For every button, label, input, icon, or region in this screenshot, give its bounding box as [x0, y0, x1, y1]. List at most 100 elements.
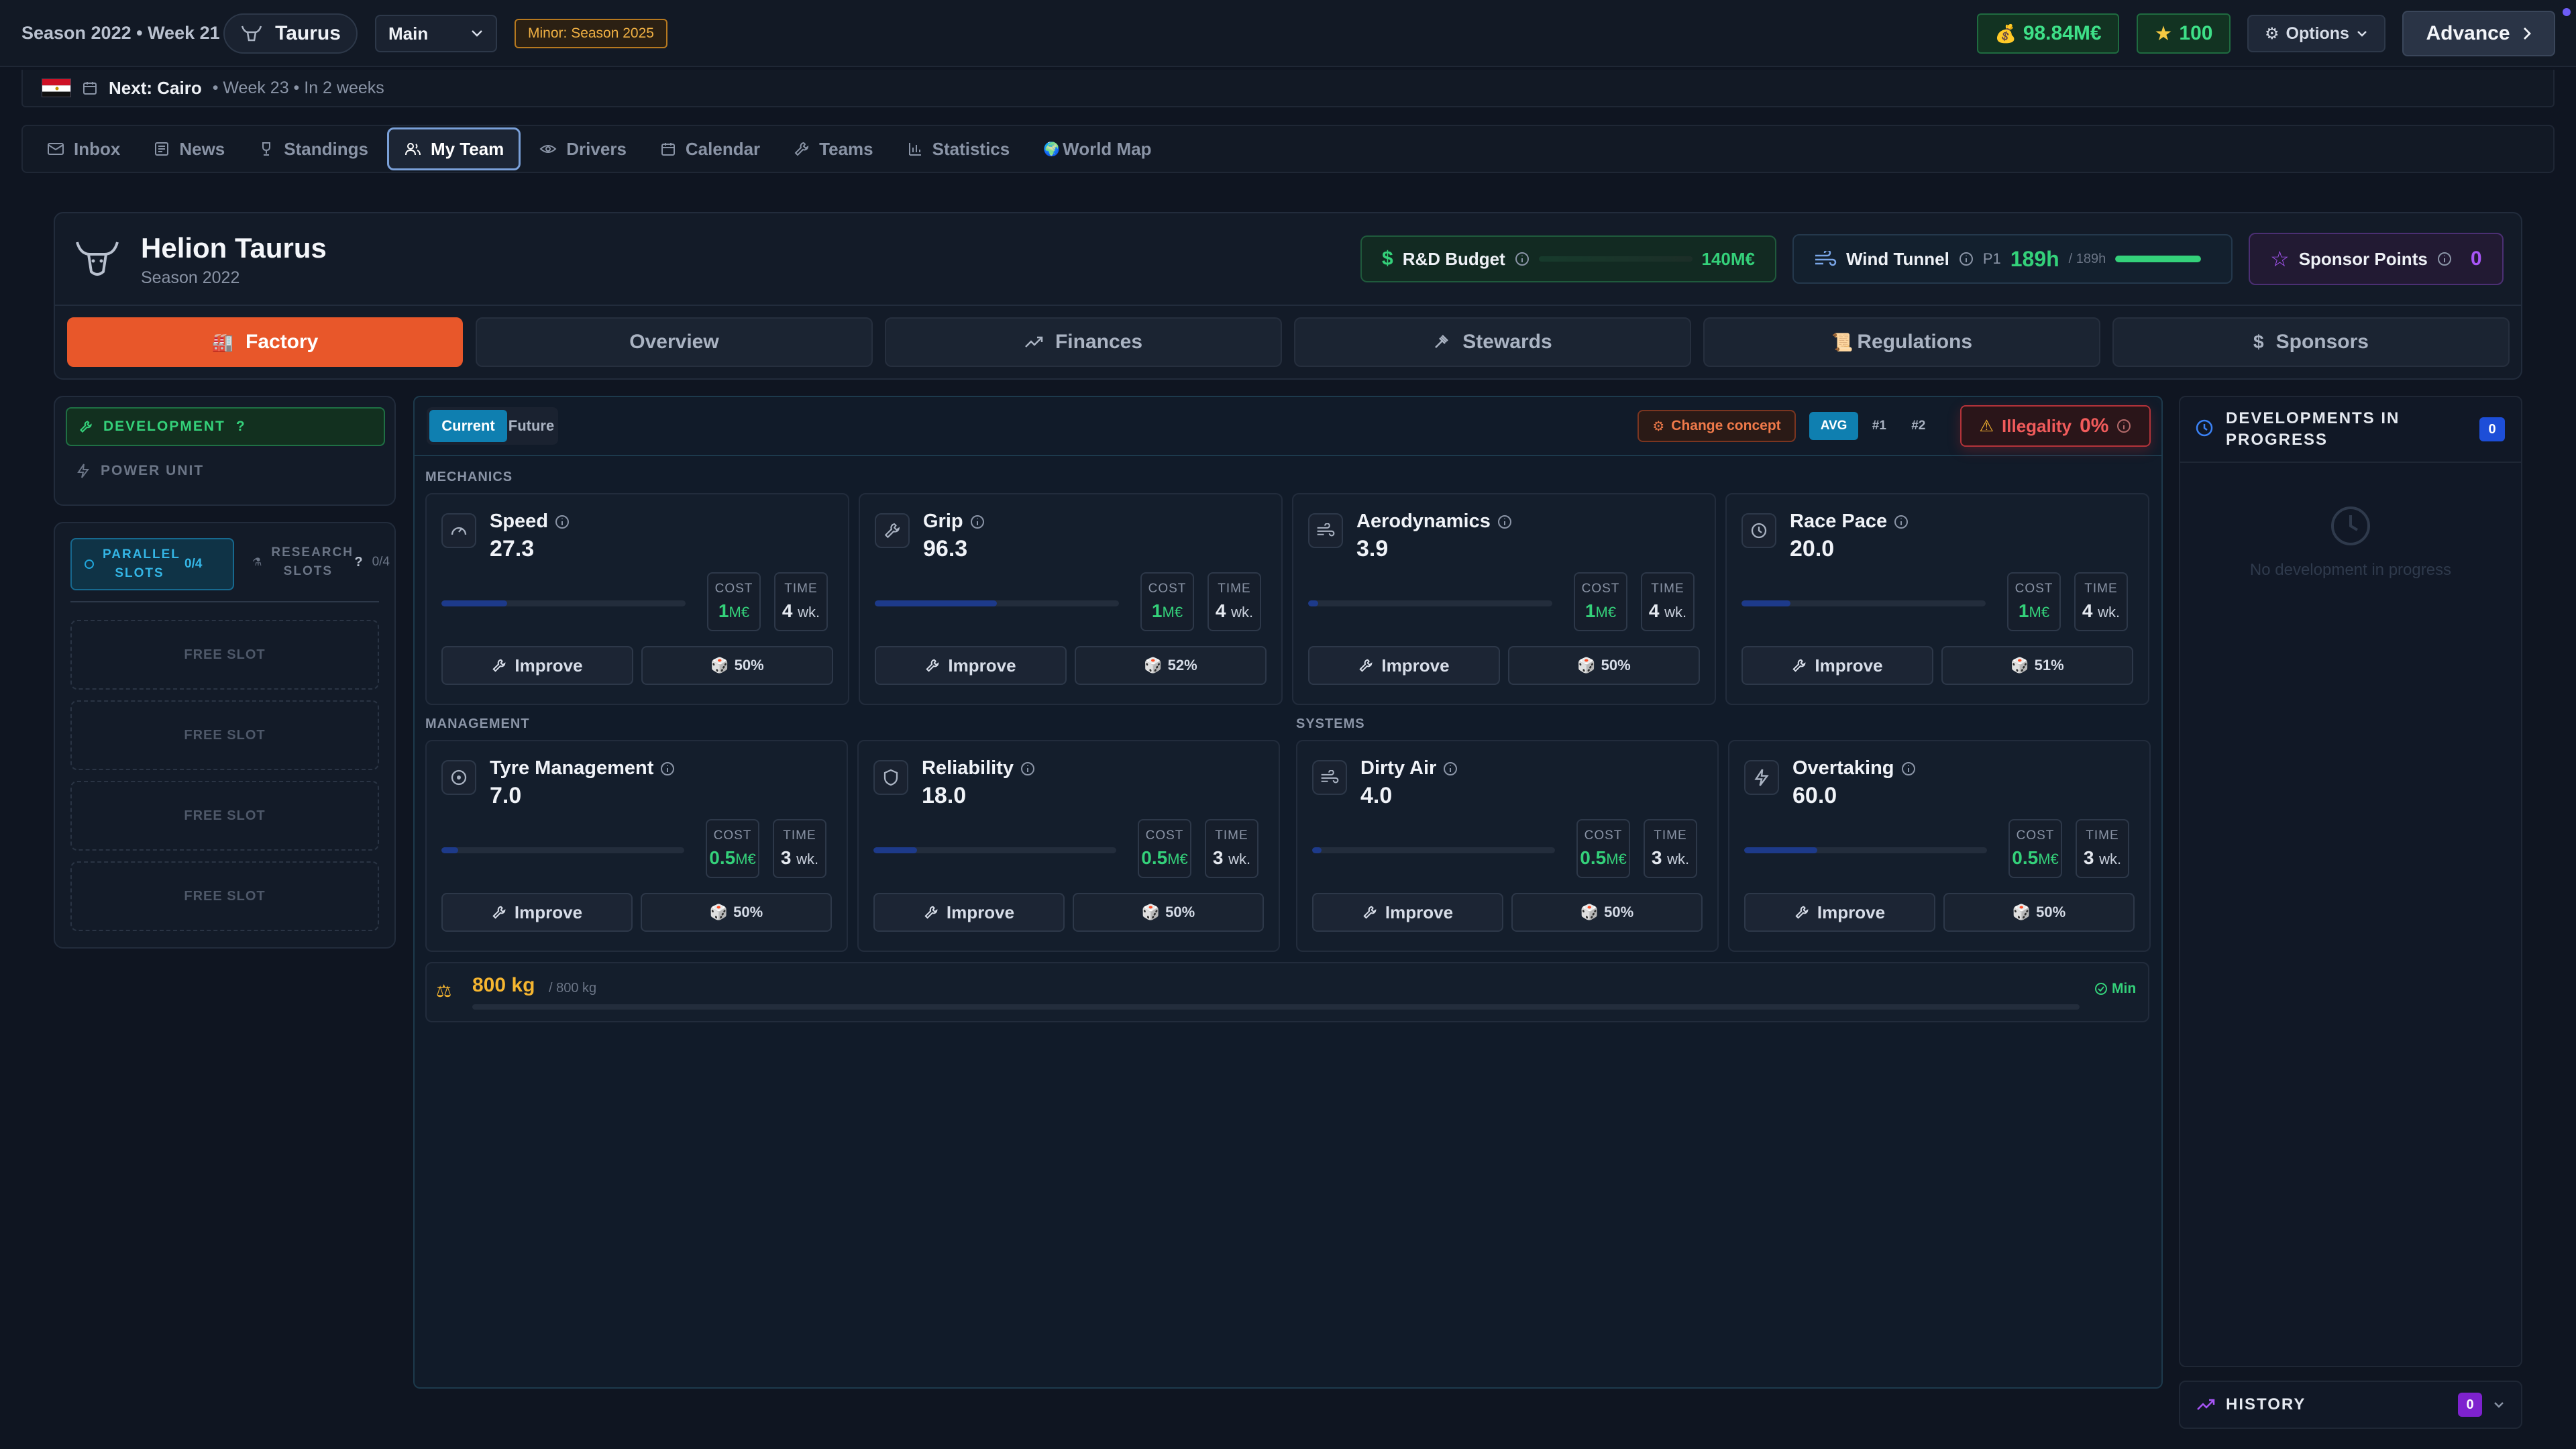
part-name: Overtaking [1792, 757, 1894, 779]
part-progress-bar [441, 847, 684, 853]
info-icon[interactable] [1515, 252, 1529, 266]
free-slot[interactable]: FREE SLOT [70, 781, 379, 851]
success-chance-value: 50% [2036, 904, 2066, 920]
info-icon[interactable] [1020, 761, 1035, 776]
tab-teams[interactable]: Teams [779, 127, 888, 170]
tab-inbox[interactable]: Inbox [32, 127, 135, 170]
success-chance-button[interactable]: 🎲 51% [1941, 646, 2133, 685]
tab-world-map[interactable]: 🌍 World Map [1028, 127, 1166, 170]
wrench-icon [79, 420, 93, 433]
success-chance-button[interactable]: 🎲 50% [641, 893, 832, 932]
cost-value: 1 [2018, 600, 2029, 621]
info-icon[interactable] [1959, 252, 1974, 266]
compare-avg[interactable]: AVG [1809, 412, 1859, 440]
advance-button[interactable]: Advance [2402, 11, 2555, 56]
team-chip[interactable]: Taurus [223, 13, 358, 54]
help-icon[interactable]: ? [236, 419, 245, 435]
weight-bar [472, 1004, 2080, 1010]
success-chance-value: 50% [1165, 904, 1195, 920]
success-chance-button[interactable]: 🎲 52% [1075, 646, 1267, 685]
time-unit: wk. [1667, 851, 1690, 867]
target-icon [449, 768, 468, 787]
help-icon[interactable]: ? [354, 555, 362, 570]
money-bag-icon: 💰 [1994, 23, 2017, 44]
cost-value-row: 1M€ [718, 600, 749, 622]
power-unit-button[interactable]: POWER UNIT [76, 463, 204, 479]
improve-button[interactable]: Improve [873, 893, 1065, 932]
info-icon[interactable] [2116, 419, 2131, 433]
improve-button[interactable]: Improve [441, 893, 633, 932]
time-value-row: 3 wk. [1652, 847, 1689, 869]
part-name: Reliability [922, 757, 1014, 779]
improve-button[interactable]: Improve [1741, 646, 1933, 685]
improve-button[interactable]: Improve [875, 646, 1067, 685]
cost-box: COST 1M€ [1574, 572, 1627, 631]
info-icon[interactable] [970, 515, 985, 529]
part-value: 60.0 [1792, 783, 1837, 808]
part-value: 7.0 [490, 783, 522, 808]
time-box: TIME 4 wk. [1208, 572, 1261, 631]
subtab-sponsors[interactable]: $ Sponsors [2112, 317, 2510, 367]
tab-calendar[interactable]: Calendar [645, 127, 775, 170]
cost-unit: M€ [1595, 604, 1617, 621]
part-value: 96.3 [923, 536, 968, 561]
wind-tunnel-value: 189h [2010, 246, 2059, 271]
info-icon[interactable] [1443, 761, 1458, 776]
money-badge: 💰 98.84M€ [1977, 13, 2119, 54]
mode-select[interactable]: Main [375, 15, 497, 52]
info-icon[interactable] [1497, 515, 1512, 529]
subtab-regulations[interactable]: 📜 Regulations [1703, 317, 2100, 367]
free-slot[interactable]: FREE SLOT [70, 620, 379, 690]
dollar-icon: $ [1382, 248, 1393, 270]
current-toggle[interactable]: Current [429, 410, 507, 442]
info-icon[interactable] [660, 761, 675, 776]
tab-standings[interactable]: Standings [244, 127, 383, 170]
subtab-overview[interactable]: Overview [476, 317, 873, 367]
time-value-row: 3 wk. [1213, 847, 1250, 869]
success-chance-button[interactable]: 🎲 50% [1511, 893, 1703, 932]
improve-button[interactable]: Improve [1312, 893, 1503, 932]
compare-selector: AVG #1 #2 [1809, 410, 1937, 442]
info-icon[interactable] [555, 515, 570, 529]
success-chance-button[interactable]: 🎲 50% [641, 646, 833, 685]
development-button[interactable]: DEVELOPMENT ? [66, 407, 385, 446]
free-slot[interactable]: FREE SLOT [70, 700, 379, 770]
history-panel[interactable]: HISTORY 0 [2179, 1381, 2522, 1429]
change-concept-button[interactable]: ⚙ Change concept [1638, 410, 1796, 442]
subtab-factory[interactable]: 🏭 Factory [67, 317, 463, 367]
info-icon[interactable] [1894, 515, 1909, 529]
tab-statistics[interactable]: Statistics [892, 127, 1025, 170]
flask-icon: ⚗ [252, 557, 262, 568]
improve-button[interactable]: Improve [1744, 893, 1935, 932]
wind-tunnel-label: Wind Tunnel [1846, 248, 1949, 269]
subtab-stewards[interactable]: Stewards [1294, 317, 1691, 367]
research-slots-tab[interactable]: ⚗ RESEARCH SLOTS ? 0/4 [252, 543, 390, 581]
layers-icon [84, 559, 95, 570]
info-icon[interactable] [1901, 761, 1916, 776]
parallel-slots-tab[interactable]: PARALLEL SLOTS 0/4 [70, 538, 234, 590]
improve-button[interactable]: Improve [1308, 646, 1500, 685]
tab-my-team[interactable]: My Team [386, 127, 521, 170]
improve-button[interactable]: Improve [441, 646, 633, 685]
success-chance-button[interactable]: 🎲 50% [1073, 893, 1264, 932]
history-label: HISTORY [2226, 1395, 2306, 1413]
compare-first[interactable]: #1 [1861, 412, 1897, 440]
success-chance-button[interactable]: 🎲 50% [1943, 893, 2135, 932]
time-value: 3 [1651, 847, 1662, 868]
part-value: 18.0 [922, 783, 967, 808]
cost-label: COST [1145, 828, 1184, 843]
tab-drivers[interactable]: Drivers [525, 127, 641, 170]
advance-label: Advance [2426, 22, 2510, 44]
future-toggle[interactable]: Future [507, 417, 555, 435]
chevron-down-icon[interactable] [2493, 1401, 2505, 1409]
trending-up-icon [1024, 335, 1043, 349]
info-icon[interactable] [2437, 252, 2452, 266]
compare-second[interactable]: #2 [1900, 412, 1937, 440]
free-slot[interactable]: FREE SLOT [70, 861, 379, 931]
options-button[interactable]: ⚙ Options [2247, 15, 2385, 52]
tab-news[interactable]: News [139, 127, 239, 170]
subtab-finances[interactable]: Finances [885, 317, 1282, 367]
development-label: DEVELOPMENT [103, 419, 225, 434]
success-chance-button[interactable]: 🎲 50% [1508, 646, 1700, 685]
wrench-icon [1792, 658, 1807, 673]
